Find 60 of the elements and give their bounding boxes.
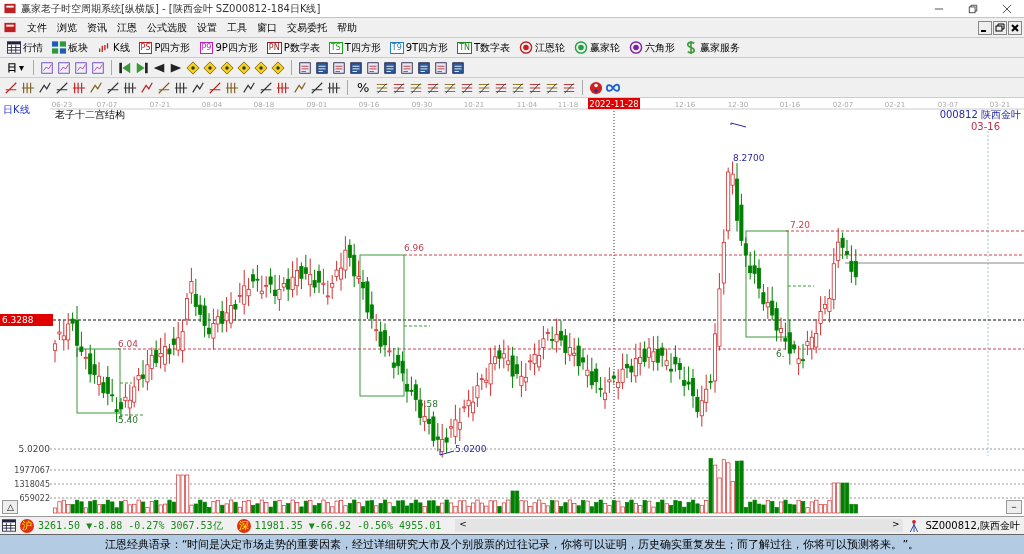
volume-axis-label: 1318045 (14, 480, 50, 489)
toolbar-button[interactable]: T9 9T四方形 (386, 38, 452, 57)
index-quote: 3261.50 ▼-8.88 -0.27% 3067.53亿 (38, 518, 223, 533)
scroll-right-button[interactable]: > (891, 519, 900, 532)
toolbar-button[interactable]: 江恩轮 (516, 38, 569, 57)
menu-item[interactable]: 工具 (227, 20, 247, 35)
volume-axis-label: 1977067 (14, 466, 50, 475)
toolbar-button[interactable]: PN P数字表 (263, 38, 323, 57)
price-label: 5.40 (118, 415, 139, 425)
price-axis-label: 5.0200 (18, 444, 50, 454)
last-date-label: 03-16 (970, 121, 1000, 132)
price-label: 6.04 (118, 339, 139, 349)
price-label: 8.2700 (733, 153, 765, 163)
toolbar-button[interactable]: 六角形 (626, 38, 679, 57)
toolbar-button[interactable]: TS T四方形 (325, 38, 384, 57)
toolbar-button[interactable]: P9 9P四方形 (196, 38, 261, 57)
collapse-button[interactable]: − (1006, 500, 1022, 514)
menu-item[interactable]: 帮助 (337, 20, 357, 35)
menu-item[interactable]: 交易委托 (287, 20, 327, 35)
price-label: 5.0200 (455, 444, 487, 454)
expand-button[interactable]: △ (2, 500, 18, 514)
price-label: 7.20 (790, 220, 811, 230)
badge-icon: PS (138, 41, 153, 54)
price-label: 6.96 (404, 243, 425, 253)
index-badge: 沪 (20, 518, 34, 533)
volume-axis-label: 659022 (19, 494, 50, 503)
menu-item[interactable]: 公式选股 (147, 20, 187, 35)
badge-icon: TS (328, 41, 343, 54)
menu-item[interactable]: 浏览 (57, 20, 77, 35)
toolbar-button[interactable]: 板块 (49, 38, 91, 57)
menu-item[interactable]: 资讯 (87, 20, 107, 35)
toolbar-button[interactable]: 赢家服务 (681, 38, 744, 57)
indicator-title: 老子十二宫结构 (55, 109, 125, 120)
period-dropdown[interactable]: 日 ▾ (4, 58, 28, 77)
menu-item[interactable]: 文件 (27, 20, 47, 35)
toolbar-button[interactable]: TN T数字表 (454, 38, 514, 57)
quote-text: 江恩经典语录：“时间是决定市场走势的重要因素，经过详细研究大市及个别股票的过往记录，你将可以证明，历史确实重复发生；而了解过往，你将可以预测将来。”。 (104, 537, 920, 552)
toolbar-button[interactable]: K线 (94, 38, 133, 57)
cursor-date-label: 2022-11-28 (588, 98, 640, 109)
percent-tool[interactable]: % (354, 78, 373, 97)
toolbar-button[interactable]: 行情 (4, 38, 46, 57)
toolbar-button[interactable]: 赢家轮 (571, 38, 624, 57)
badge-icon: P9 (199, 41, 214, 54)
index-badge: 深 (236, 518, 251, 533)
stock-label: 000812 陕西金叶 (939, 109, 1021, 120)
current-stock-label: SZ000812,陕西金叶 (925, 518, 1021, 533)
menu-item[interactable]: 窗口 (257, 20, 277, 35)
badge-icon: TN (457, 41, 473, 54)
scroll-left-button[interactable]: < (459, 519, 467, 532)
price-label: 6. (776, 349, 785, 359)
toolbar-button[interactable]: PS P四方形 (135, 38, 194, 57)
index-quote: 11981.35 ▼-66.92 -0.56% 4955.01 (254, 520, 442, 531)
menu-item[interactable]: 设置 (197, 20, 217, 35)
period-label: 日K线 (3, 104, 30, 115)
scroll-bar[interactable]: < > (455, 519, 904, 532)
cursor-price-label: 6.3288 (0, 314, 53, 326)
menu-item[interactable]: 江恩 (117, 20, 137, 35)
badge-icon: T9 (389, 41, 404, 54)
window-title: 赢家老子时空周期系统[纵横版] - [陕西金叶 SZ000812-184日K线] (21, 1, 321, 16)
badge-icon: PN (266, 41, 282, 54)
